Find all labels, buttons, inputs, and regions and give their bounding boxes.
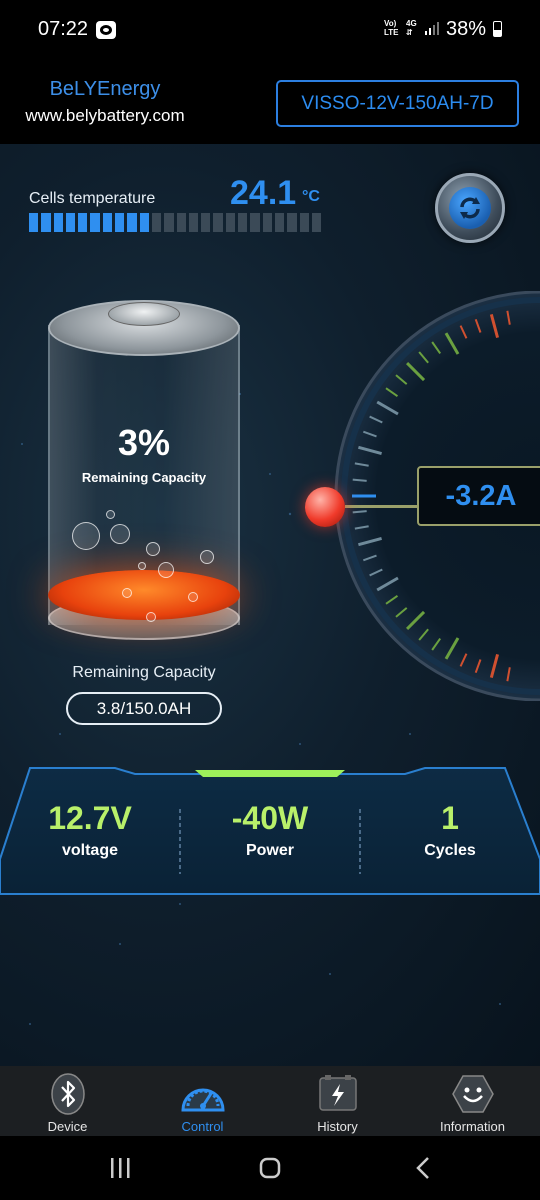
temperature-bar-segment [102,213,113,232]
bluetooth-icon [50,1073,85,1115]
back-icon[interactable] [403,1154,443,1182]
voltage-label: voltage [61,842,118,859]
stats-panel: 12.7V voltage -40W Power 1 Cycles [0,764,540,896]
remaining-capacity-label: Remaining Capacity [72,664,216,681]
refresh-button[interactable] [435,173,505,243]
temperature-bar-segment [127,213,137,232]
battery-graphic: 3% Remaining Capacity [48,300,240,640]
nav-history-label: History [317,1119,358,1134]
battery-liquid [48,570,240,620]
temperature-bar-segment [274,213,285,232]
temperature-bar-segment [311,213,322,232]
bubble [122,588,132,598]
temperature-bar-segment [287,213,297,232]
temperature-bar-segment [29,213,39,232]
temperature-bar-segment [201,213,211,232]
temperature-bar [29,213,322,232]
battery-percent: 3% [117,422,171,463]
network-type-indicator: 4G ⇵ [406,19,417,37]
cycles-value: 1 [441,800,459,836]
temperature-bar-segment [53,213,63,232]
bubble [146,542,160,556]
gauge-tick [352,510,367,514]
bubble [72,522,100,550]
temperature-bar-segment [90,213,100,232]
smiley-icon [451,1075,494,1113]
gauge-icon [180,1088,225,1112]
gauge-needle [345,505,417,508]
system-nav-bar [0,1136,540,1200]
temperature-unit: °C [302,188,320,205]
gauge-indicator-ball [305,487,345,527]
remaining-capacity-value: 3.8/150.0AH [66,692,222,725]
status-bar: 07:22 Vo) LTE 4G ⇵ 38% [0,0,540,60]
app-header: BeLYEnergy www.belybattery.com VISSO-12V… [0,60,540,144]
battery-terminal [108,302,180,326]
temperature-bar-segment [115,213,125,232]
bubble [138,562,146,570]
bubble [158,562,174,578]
bottom-nav: Device Control History Information [0,1066,540,1136]
bubble [200,550,214,564]
temperature-value: 24.1 [230,174,297,212]
nav-information[interactable]: Information [405,1066,540,1136]
bubble [106,510,115,519]
home-icon[interactable] [250,1154,290,1182]
battery-icon [493,21,502,37]
nav-device-label: Device [47,1119,88,1134]
temperature-bar-segment [188,213,199,232]
nav-control-label: Control [181,1119,224,1134]
status-time: 07:22 [38,18,89,40]
brand-name: BeLYEnergy [49,78,161,100]
notification-app-icon [96,21,116,39]
bubble [110,524,130,544]
temperature-bar-segment [225,213,236,232]
nav-history[interactable]: History [270,1066,405,1136]
temperature-bar-segment [151,213,162,232]
volte-indicator: Vo) LTE [384,19,399,37]
temperature-bar-segment [213,213,223,232]
temperature-bar-segment [262,213,272,232]
cycles-label: Cycles [424,842,476,859]
temperature-bar-segment [299,213,309,232]
temperature-bar-segment [238,213,248,232]
nav-information-label: Information [439,1119,506,1134]
temperature-bar-segment [65,213,76,232]
nav-device[interactable]: Device [0,1066,135,1136]
power-value: -40W [231,800,309,836]
device-name-button[interactable]: VISSO-12V-150AH-7D [276,80,519,127]
recent-apps-icon[interactable] [100,1154,140,1182]
temperature-bar-segment [250,213,260,232]
signal-icon [425,22,439,35]
temperature-bar-segment [78,213,88,232]
temperature-label: Cells temperature [29,190,156,207]
gauge-tick [352,478,367,482]
history-icon [318,1075,357,1111]
refresh-icon [449,187,491,229]
nav-control[interactable]: Control [135,1066,270,1136]
main-dashboard: Cells temperature 24.1 °C 3% Remaining C… [0,144,540,1066]
temperature-bar-segment [139,213,149,232]
power-label: Power [245,842,294,859]
temperature-bar-segment [164,213,174,232]
status-battery-percent: 38% [446,18,487,40]
bubble [188,592,198,602]
website-text: www.belybattery.com [25,106,185,125]
voltage-value: 12.7V [48,800,132,836]
temperature-bar-segment [176,213,186,232]
bubble [146,612,156,622]
battery-percent-label: Remaining Capacity [81,470,207,485]
current-value: -3.2A [417,466,540,526]
temperature-bar-segment [41,213,51,232]
